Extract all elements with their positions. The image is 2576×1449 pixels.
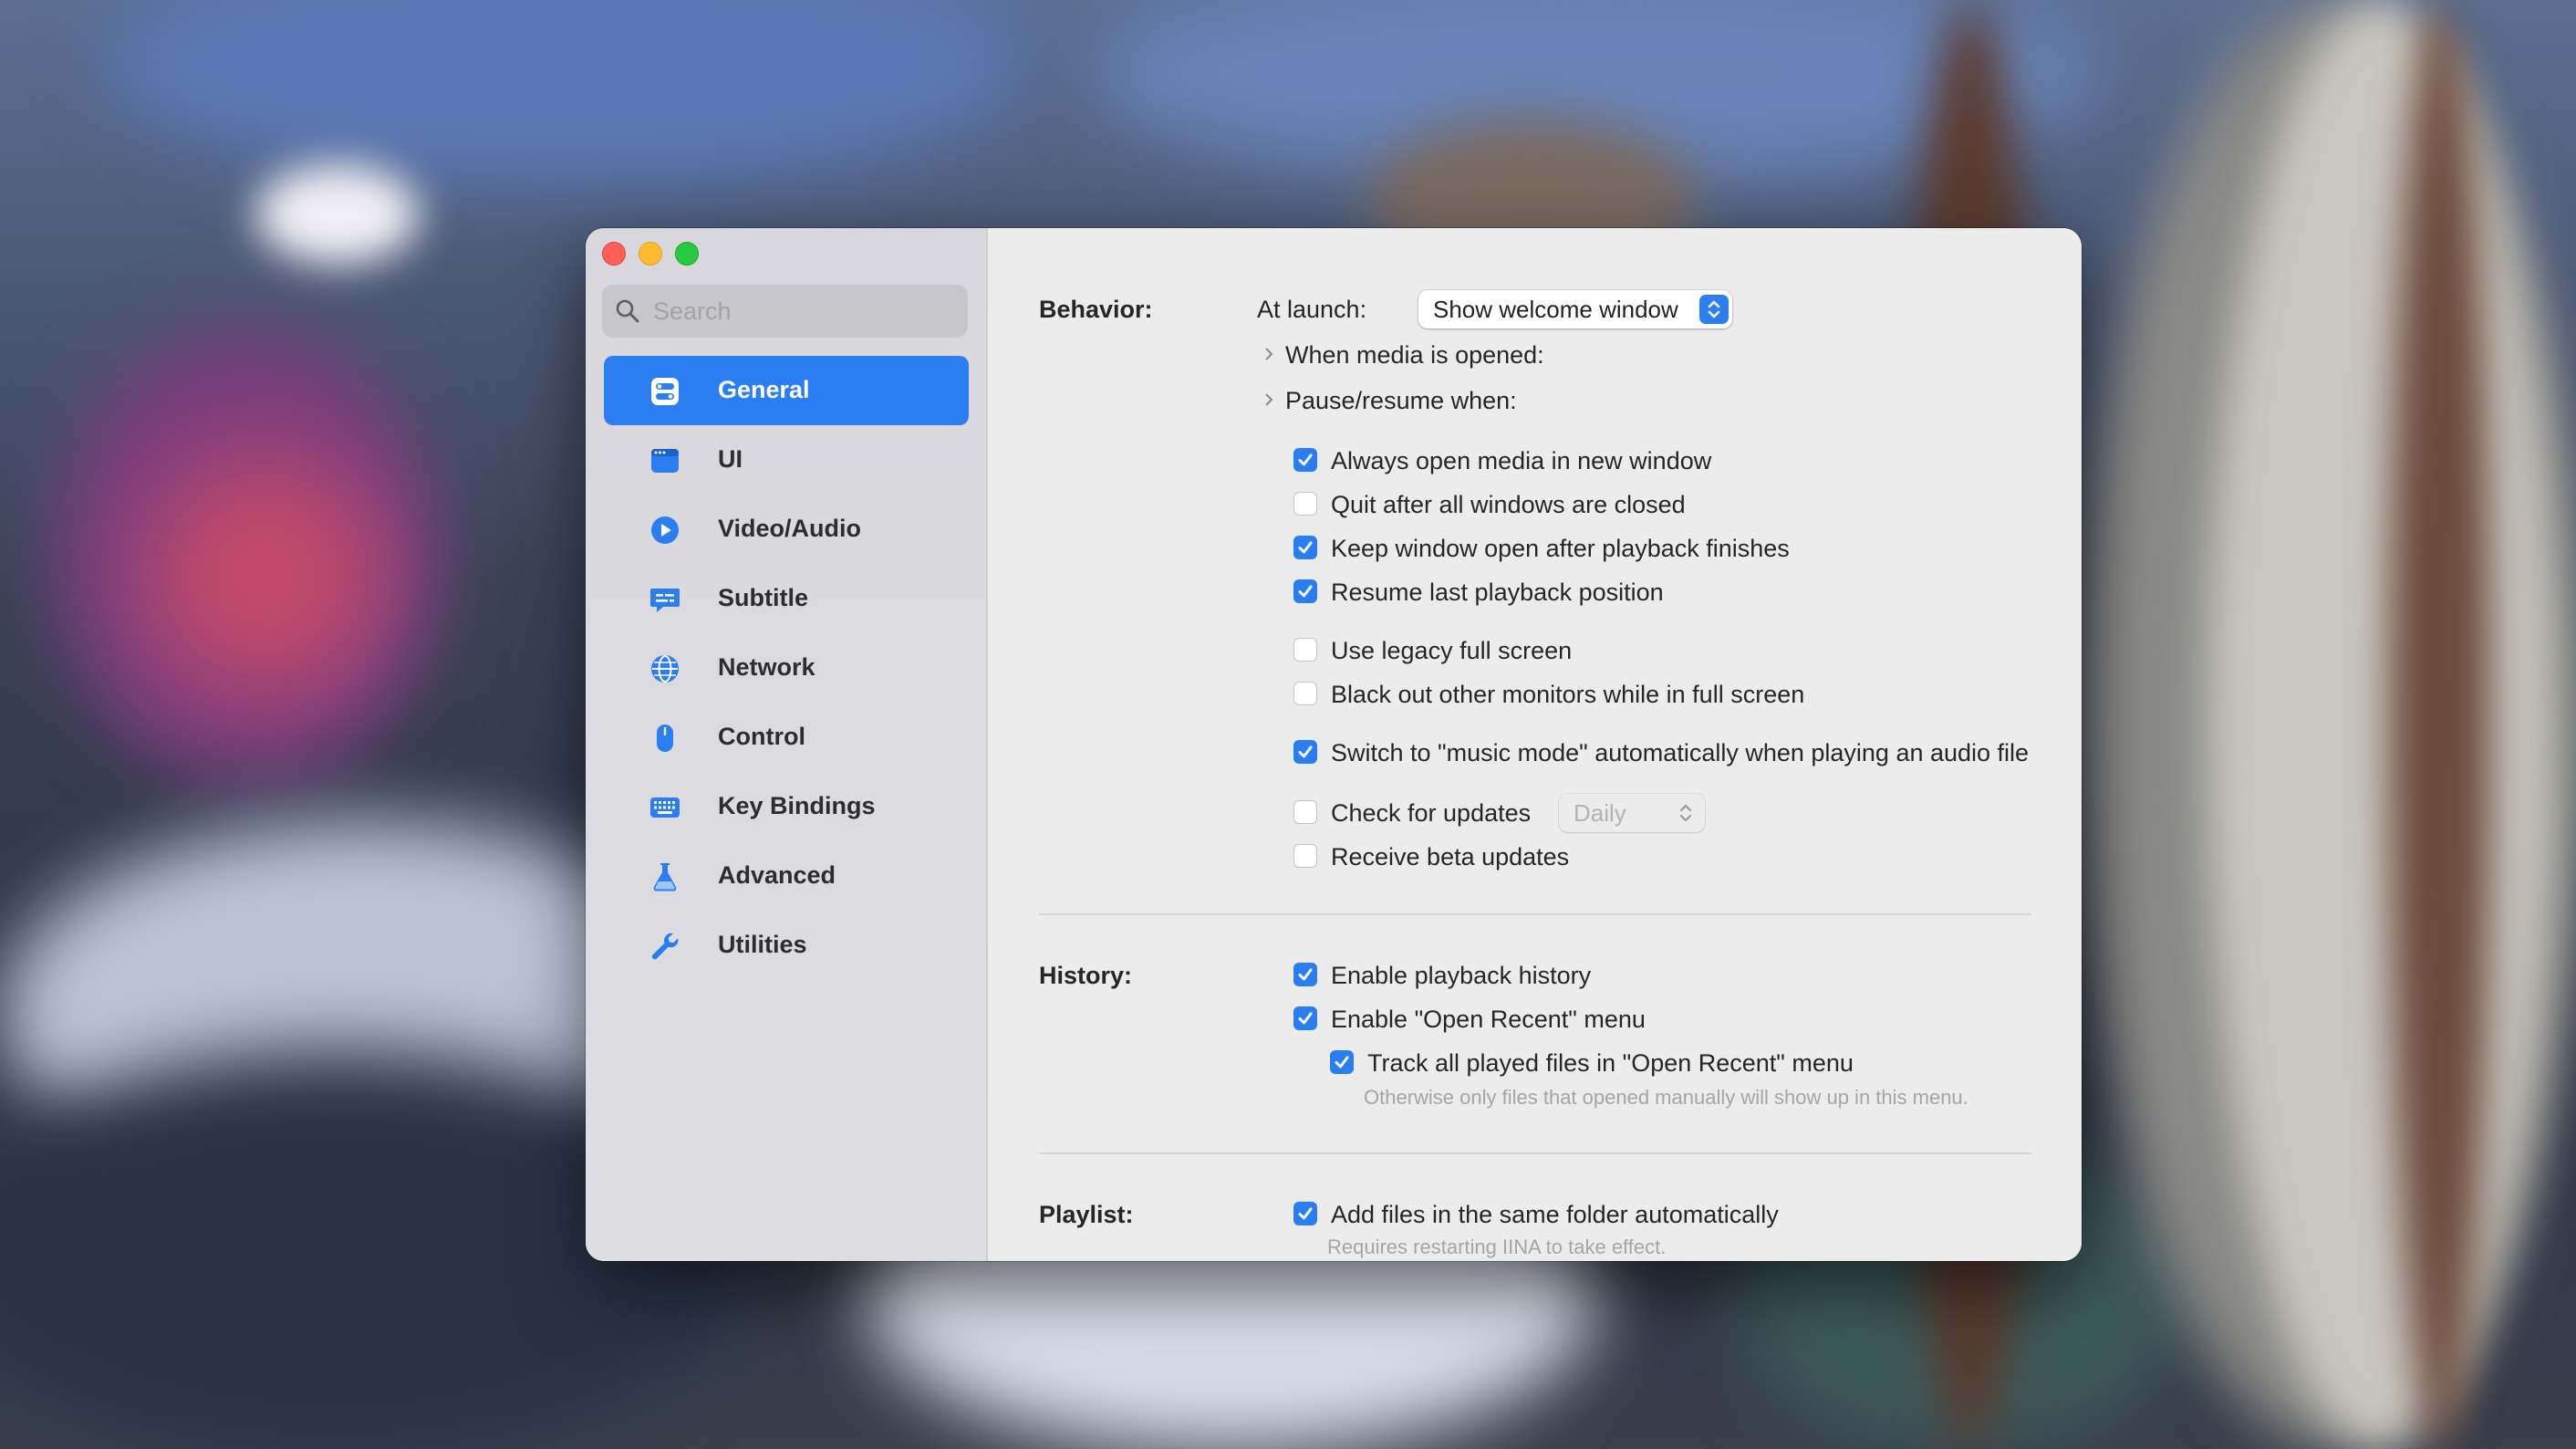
checkmark-icon [1298, 585, 1313, 598]
checkmark-icon [1298, 541, 1313, 554]
sidebar-item-utilities[interactable]: Utilities [604, 911, 969, 980]
checkmark-icon [1335, 1056, 1349, 1069]
close-button[interactable] [602, 242, 626, 266]
section-divider [1039, 913, 2031, 915]
sidebar-item-label: Advanced [718, 861, 836, 889]
enable-history-label: Enable playback history [1331, 962, 1592, 989]
playlist-section-label: Playlist: [1039, 1201, 1134, 1228]
sidebar-item-label: UI [718, 445, 743, 473]
preferences-window: Search General UI Video/Audio Subtitle N… [586, 228, 2082, 1261]
section-divider [1039, 1152, 2031, 1154]
music-mode-checkbox[interactable] [1293, 740, 1317, 764]
behavior-section-label: Behavior: [1039, 296, 1153, 323]
check-updates-label: Check for updates [1331, 799, 1532, 827]
add-same-folder-label: Add files in the same folder automatical… [1331, 1201, 1779, 1228]
sidebar-item-control[interactable]: Control [604, 703, 969, 772]
when-media-opened-disclosure[interactable]: When media is opened: [1285, 341, 1544, 370]
history-section-label: History: [1039, 962, 1133, 989]
chevron-right-icon[interactable] [1262, 392, 1276, 407]
always-open-new-window-label: Always open media in new window [1331, 447, 1712, 474]
search-icon [616, 299, 639, 323]
sidebar-item-label: Video/Audio [718, 515, 862, 542]
search-placeholder: Search [653, 297, 732, 325]
keep-window-open-checkbox[interactable] [1293, 536, 1317, 559]
chevron-right-icon[interactable] [1262, 347, 1276, 361]
update-interval-value: Daily [1574, 799, 1626, 827]
sidebar-item-subtitle[interactable]: Subtitle [604, 564, 969, 633]
legacy-full-screen-label: Use legacy full screen [1331, 637, 1573, 664]
search-input[interactable]: Search [602, 285, 968, 338]
track-all-played-label: Track all played files in "Open Recent" … [1367, 1049, 1854, 1077]
quit-after-closed-checkbox[interactable] [1293, 492, 1317, 516]
subtitle-icon [650, 589, 680, 612]
play-icon [651, 516, 679, 544]
beta-updates-label: Receive beta updates [1331, 843, 1570, 870]
sidebar-item-advanced[interactable]: Advanced [604, 841, 969, 911]
checkmark-icon [1298, 1012, 1313, 1025]
sidebar-item-label: General [718, 376, 810, 403]
update-interval-popup[interactable]: Daily [1559, 794, 1705, 832]
legacy-full-screen-checkbox[interactable] [1293, 638, 1317, 662]
track-all-played-note: Otherwise only files that opened manuall… [1364, 1086, 1968, 1109]
general-icon [651, 378, 679, 405]
quit-after-closed-label: Quit after all windows are closed [1331, 491, 1686, 518]
sidebar-item-label: Network [718, 653, 815, 681]
zoom-button[interactable] [675, 242, 699, 266]
add-same-folder-checkbox[interactable] [1293, 1202, 1317, 1225]
black-out-monitors-checkbox[interactable] [1293, 682, 1317, 705]
track-all-played-checkbox[interactable] [1330, 1050, 1354, 1074]
keyboard-icon [650, 797, 680, 818]
keep-window-open-label: Keep window open after playback finishes [1331, 535, 1790, 562]
checkmark-icon [1298, 745, 1313, 758]
pause-resume-disclosure[interactable]: Pause/resume when: [1285, 387, 1517, 415]
sidebar-item-ui[interactable]: UI [604, 425, 969, 495]
at-launch-label: At launch: [1257, 296, 1367, 323]
always-open-new-window-checkbox[interactable] [1293, 448, 1317, 472]
beta-updates-checkbox[interactable] [1293, 844, 1317, 868]
sidebar-item-general[interactable]: General [604, 356, 969, 425]
flask-icon [653, 863, 677, 891]
enable-open-recent-label: Enable "Open Recent" menu [1331, 1006, 1646, 1033]
sidebar-item-label: Subtitle [718, 584, 808, 611]
enable-history-checkbox[interactable] [1293, 963, 1317, 986]
ui-icon [651, 449, 679, 473]
sidebar-item-video-audio[interactable]: Video/Audio [604, 495, 969, 564]
checkmark-icon [1298, 968, 1313, 981]
sidebar-item-key-bindings[interactable]: Key Bindings [604, 772, 969, 841]
check-updates-checkbox[interactable] [1293, 800, 1317, 824]
checkmark-icon [1298, 1207, 1313, 1220]
restart-note: Requires restarting IINA to take effect. [1327, 1235, 1667, 1258]
sidebar-item-label: Control [718, 723, 805, 750]
globe-icon [651, 655, 679, 683]
sidebar: Search General UI Video/Audio Subtitle N… [586, 228, 988, 1261]
mouse-icon [657, 724, 673, 752]
sidebar-item-label: Key Bindings [718, 792, 876, 819]
at-launch-value: Show welcome window [1433, 296, 1678, 323]
at-launch-popup[interactable]: Show welcome window [1418, 290, 1732, 328]
checkmark-icon [1298, 453, 1313, 466]
music-mode-label: Switch to "music mode" automatically whe… [1331, 739, 2030, 766]
general-settings-pane: Behavior: At launch: Show welcome window… [988, 228, 2082, 1261]
resume-last-position-checkbox[interactable] [1293, 579, 1317, 603]
black-out-monitors-label: Black out other monitors while in full s… [1331, 681, 1805, 708]
resume-last-position-label: Resume last playback position [1331, 579, 1664, 606]
minimize-button[interactable] [639, 242, 662, 266]
wrench-icon [651, 933, 679, 960]
sidebar-item-label: Utilities [718, 931, 807, 958]
popup-arrows-icon [1699, 295, 1729, 324]
popup-arrows-icon [1679, 804, 1692, 822]
enable-open-recent-checkbox[interactable] [1293, 1006, 1317, 1030]
sidebar-item-network[interactable]: Network [604, 633, 969, 703]
